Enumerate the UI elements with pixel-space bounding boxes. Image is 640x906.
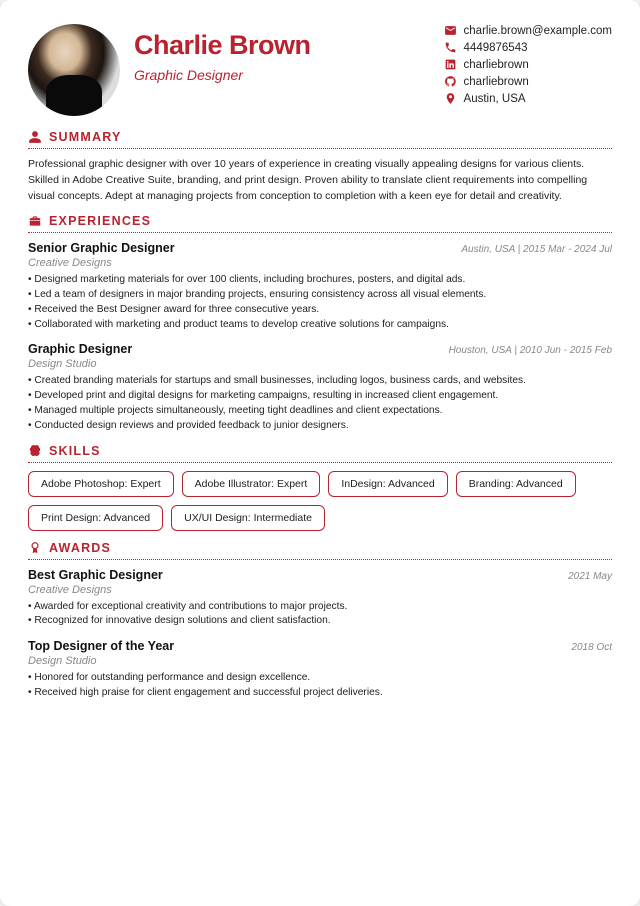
section-skills: Skills Adobe Photoshop: Expert Adobe Illu…	[28, 444, 612, 531]
section-summary: Summary Professional graphic designer wi…	[28, 130, 612, 204]
contact-phone-text: 4449876543	[464, 42, 528, 54]
experience-bullet: Developed print and digital designs for …	[28, 389, 612, 404]
experience-bullets: Created branding materials for startups …	[28, 374, 612, 433]
linkedin-icon	[444, 58, 457, 71]
award-title: Best Graphic Designer	[28, 568, 163, 582]
section-heading-awards-label: Awards	[49, 541, 111, 555]
award-icon	[28, 541, 42, 555]
experience-bullet: Created branding materials for startups …	[28, 374, 612, 389]
contact-email: charlie.brown@example.com	[444, 24, 612, 37]
award-bullet: Received high praise for client engageme…	[28, 686, 612, 701]
section-experiences: Experiences Senior Graphic Designer Austi…	[28, 214, 612, 433]
contact-github: charliebrown	[444, 75, 612, 88]
person-name: Charlie Brown	[134, 30, 430, 61]
experience-bullet: Collaborated with marketing and product …	[28, 318, 612, 333]
experience-title: Senior Graphic Designer	[28, 241, 175, 255]
skill-pill: Print Design: Advanced	[28, 505, 163, 531]
award-item: Best Graphic Designer 2021 May Creative De…	[28, 568, 612, 630]
contact-location-text: Austin, USA	[464, 93, 526, 105]
section-heading-skills: Skills	[28, 444, 612, 463]
contact-linkedin-text: charliebrown	[464, 59, 529, 71]
briefcase-icon	[28, 214, 42, 228]
award-bullets: Awarded for exceptional creativity and c…	[28, 600, 612, 630]
experience-bullet: Designed marketing materials for over 10…	[28, 273, 612, 288]
experience-company: Creative Designs	[28, 257, 612, 269]
award-bullet: Recognized for innovative design solutio…	[28, 614, 612, 629]
experience-item: Senior Graphic Designer Austin, USA | 201…	[28, 241, 612, 332]
job-title: Graphic Designer	[134, 67, 430, 83]
section-heading-experiences-label: Experiences	[49, 214, 151, 228]
location-icon	[444, 92, 457, 105]
summary-text: Professional graphic designer with over …	[28, 157, 612, 204]
contact-github-text: charliebrown	[464, 76, 529, 88]
experience-company: Design Studio	[28, 358, 612, 370]
experience-bullets: Designed marketing materials for over 10…	[28, 273, 612, 332]
github-icon	[444, 75, 457, 88]
section-awards: Awards Best Graphic Designer 2021 May Crea…	[28, 541, 612, 701]
experience-title: Graphic Designer	[28, 342, 132, 356]
avatar	[28, 24, 120, 116]
phone-icon	[444, 41, 457, 54]
experience-bullet: Managed multiple projects simultaneously…	[28, 404, 612, 419]
experience-meta: Austin, USA | 2015 Mar - 2024 Jul	[461, 244, 612, 255]
contact-location: Austin, USA	[444, 92, 612, 105]
experience-bullet: Led a team of designers in major brandin…	[28, 288, 612, 303]
award-company: Design Studio	[28, 655, 612, 667]
award-bullets: Honored for outstanding performance and …	[28, 671, 612, 701]
skill-pill: UX/UI Design: Intermediate	[171, 505, 325, 531]
brain-icon	[28, 444, 42, 458]
skill-pill: Adobe Illustrator: Expert	[182, 471, 321, 497]
person-icon	[28, 130, 42, 144]
resume-page: Charlie Brown Graphic Designer charlie.b…	[0, 0, 640, 906]
skills-list: Adobe Photoshop: Expert Adobe Illustrator…	[28, 471, 612, 531]
section-heading-experiences: Experiences	[28, 214, 612, 233]
award-meta: 2018 Oct	[571, 642, 612, 653]
section-heading-awards: Awards	[28, 541, 612, 560]
skill-pill: Branding: Advanced	[456, 471, 576, 497]
award-company: Creative Designs	[28, 584, 612, 596]
skill-pill: InDesign: Advanced	[328, 471, 447, 497]
award-meta: 2021 May	[568, 571, 612, 582]
email-icon	[444, 24, 457, 37]
experience-bullet: Received the Best Designer award for thr…	[28, 303, 612, 318]
contact-list: charlie.brown@example.com 4449876543 cha…	[444, 24, 612, 105]
contact-phone: 4449876543	[444, 41, 612, 54]
contact-email-text: charlie.brown@example.com	[464, 25, 612, 37]
skill-pill: Adobe Photoshop: Expert	[28, 471, 174, 497]
experience-meta: Houston, USA | 2010 Jun - 2015 Feb	[449, 345, 612, 356]
experience-bullet: Conducted design reviews and provided fe…	[28, 419, 612, 434]
experience-item: Graphic Designer Houston, USA | 2010 Jun …	[28, 342, 612, 433]
section-heading-summary: Summary	[28, 130, 612, 149]
name-column: Charlie Brown Graphic Designer	[134, 24, 430, 83]
award-bullet: Honored for outstanding performance and …	[28, 671, 612, 686]
award-title: Top Designer of the Year	[28, 639, 174, 653]
section-heading-summary-label: Summary	[49, 130, 122, 144]
award-item: Top Designer of the Year 2018 Oct Design S…	[28, 639, 612, 701]
header: Charlie Brown Graphic Designer charlie.b…	[28, 24, 612, 116]
section-heading-skills-label: Skills	[49, 444, 101, 458]
contact-linkedin: charliebrown	[444, 58, 612, 71]
award-bullet: Awarded for exceptional creativity and c…	[28, 600, 612, 615]
